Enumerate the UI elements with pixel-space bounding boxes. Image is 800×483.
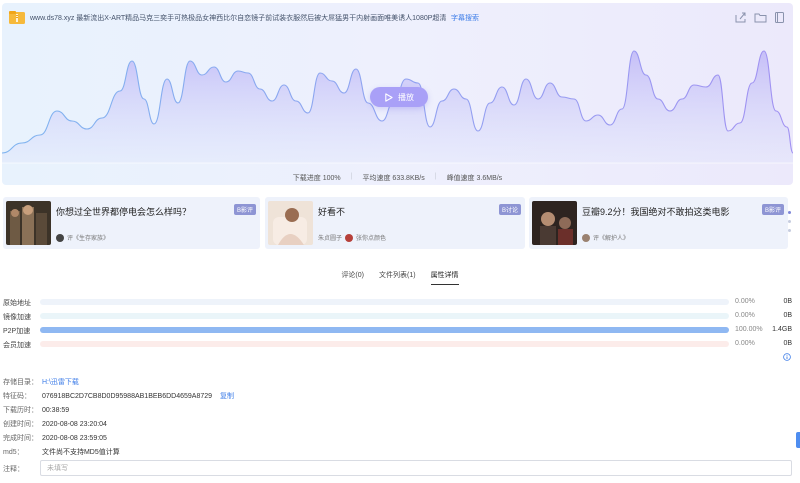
review-tag: B影评 <box>233 204 256 215</box>
movie-thumbnail <box>6 201 51 245</box>
source-percent: 0.00% <box>735 312 755 319</box>
discussion-tag: B讨论 <box>498 204 521 215</box>
recommendation-source: 评《解护人》 <box>593 236 630 242</box>
play-label: 播放 <box>398 92 414 102</box>
tab-file-list[interactable]: 文件列表(1) <box>379 270 416 285</box>
detail-tabs: 评论(0) 文件列表(1) 属性详情 <box>0 270 800 285</box>
recommendation-footer: 朱贞圆子 张你点颜色 <box>318 233 386 242</box>
recommendation-footer: 评《生存家族》 <box>56 233 109 242</box>
detail-label: 存储目录： <box>3 379 38 386</box>
peak-speed-text: 峰值速度 3.6MB/s <box>446 175 503 182</box>
recommendation-source: 评《生存家族》 <box>67 236 110 242</box>
divider: | <box>350 173 353 180</box>
detail-label: 完成时间： <box>3 435 38 442</box>
hash-value: 076918BC2D7CB8D0D95988AB1BEB6DD4659A8729 <box>41 393 213 400</box>
avatar <box>56 233 64 242</box>
movie-thumbnail <box>532 201 577 245</box>
source-label: P2P加速 <box>3 328 31 335</box>
average-speed-text: 平均速度 633.8KB/s <box>362 175 425 182</box>
finished-value: 2020-08-08 23:59:05 <box>41 435 107 442</box>
recommendation-card[interactable]: 你想过全世界都停电会怎么样吗？ B影评 评《生存家族》 <box>3 197 260 249</box>
source-percent: 0.00% <box>735 340 755 347</box>
detail-label: 注释： <box>3 466 24 473</box>
source-label: 原始地址 <box>3 300 31 307</box>
progress-track <box>40 341 729 347</box>
copy-hash-button[interactable]: 复制 <box>220 393 234 400</box>
recommendation-card[interactable]: 豆瓣9.2分！我国绝对不敢拍这类电影 B影评 评《解护人》 <box>529 197 788 249</box>
hash-row: 特征码： 076918BC2D7CB8D0D95988AB1BEB6DD4659… <box>3 391 234 401</box>
recommendation-title: 豆瓣9.2分！我国绝对不敢拍这类电影 <box>582 207 730 217</box>
play-icon <box>385 92 393 102</box>
file-title: www.ds78.xyz 最新流出X-ART精品马克三奕手可热极品女神西比尔自恋… <box>30 15 447 22</box>
source-size: 0B <box>783 312 792 319</box>
play-button[interactable]: 播放 <box>370 87 428 107</box>
source-size: 0B <box>783 340 792 347</box>
avatar <box>345 233 354 242</box>
info-icon[interactable] <box>783 353 791 361</box>
source-row-origin: 原始地址 0.00% 0B <box>0 297 800 307</box>
detail-label: 下载历时： <box>3 407 38 414</box>
recommendation-author: 朱贞圆子 <box>318 236 343 242</box>
detail-label: 特征码： <box>3 393 31 400</box>
md5-value: 文件尚不支持MD5值计算 <box>41 449 120 456</box>
carousel-dot[interactable] <box>788 211 791 214</box>
carousel-dots <box>788 211 792 238</box>
md5-row: md5： 文件尚不支持MD5值计算 <box>3 447 120 457</box>
source-label: 会员加速 <box>3 342 31 349</box>
source-row-mirror: 镜像加速 0.00% 0B <box>0 311 800 321</box>
detail-label: 创建时间： <box>3 421 38 428</box>
source-size: 0B <box>783 298 792 305</box>
source-label: 镜像加速 <box>3 314 31 321</box>
created-value: 2020-08-08 23:20:04 <box>41 421 107 428</box>
storage-dir-link[interactable]: H:\迅雷下载 <box>42 379 79 386</box>
elapsed-row: 下载历时： 00:38:59 <box>3 405 69 415</box>
divider: | <box>434 173 437 180</box>
avatar <box>582 233 590 242</box>
zip-file-icon <box>9 11 25 24</box>
recommendation-footer: 评《解护人》 <box>582 233 629 242</box>
created-row: 创建时间： 2020-08-08 23:20:04 <box>3 419 107 429</box>
source-percent: 100.00% <box>735 326 763 333</box>
folder-icon[interactable] <box>754 11 767 24</box>
recommendation-source: 张你点颜色 <box>356 236 387 242</box>
recommendation-title: 你想过全世界都停电会怎么样吗？ <box>56 207 192 217</box>
progress-track <box>40 327 729 333</box>
elapsed-value: 00:38:59 <box>41 407 70 414</box>
progress-track <box>40 313 729 319</box>
speed-graph-panel: www.ds78.xyz 最新流出X-ART精品马克三奕手可热极品女神西比尔自恋… <box>2 3 793 185</box>
progress-fill <box>40 327 729 333</box>
carousel-dot[interactable] <box>788 220 791 223</box>
download-progress-text: 下载进度 100% <box>292 175 341 182</box>
source-row-p2p: P2P加速 100.00% 1.4GB <box>0 325 800 335</box>
recommendation-card[interactable]: 好看不 B讨论 朱贞圆子 张你点颜色 <box>265 197 525 249</box>
task-detail-panel: www.ds78.xyz 最新流出X-ART精品马克三奕手可热极品女神西比尔自恋… <box>0 0 800 483</box>
source-size: 1.4GB <box>772 326 792 333</box>
speed-stats: 下载进度 100% | 平均速度 633.8KB/s | 峰值速度 3.6MB/… <box>2 173 793 183</box>
share-icon[interactable] <box>734 11 747 24</box>
book-icon[interactable] <box>773 11 786 24</box>
review-tag: B影评 <box>761 204 784 215</box>
movie-thumbnail <box>268 201 313 245</box>
carousel-dot[interactable] <box>788 229 791 232</box>
source-row-vip: 会员加速 0.00% 0B <box>0 339 800 349</box>
note-row: 注释： <box>3 464 40 474</box>
recommendation-title: 好看不 <box>318 207 346 217</box>
source-percent: 0.00% <box>735 298 755 305</box>
tab-properties[interactable]: 属性详情 <box>430 270 459 285</box>
finished-row: 完成时间： 2020-08-08 23:59:05 <box>3 433 107 443</box>
tab-comments[interactable]: 评论(0) <box>341 270 364 285</box>
progress-track <box>40 299 729 305</box>
storage-dir-row: 存储目录： H:\迅雷下载 <box>3 377 79 387</box>
detail-label: md5： <box>3 449 24 456</box>
side-handle[interactable] <box>796 432 800 448</box>
note-input[interactable] <box>40 460 792 476</box>
subtitle-search-link[interactable]: 字幕搜索 <box>451 13 479 23</box>
